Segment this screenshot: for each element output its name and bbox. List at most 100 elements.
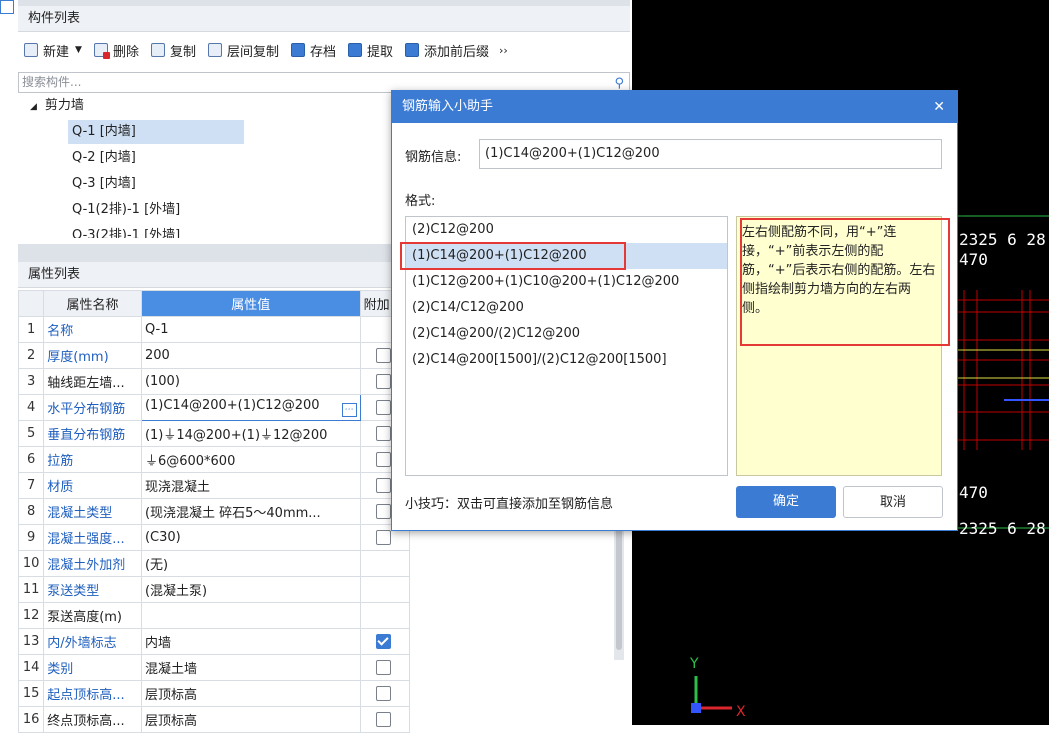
property-value[interactable]: ⏚6@600*600 xyxy=(140,446,361,473)
additional-checkbox[interactable] xyxy=(375,686,391,701)
additional-checkbox[interactable] xyxy=(375,530,391,545)
property-value[interactable]: (100) xyxy=(140,368,361,395)
component-toolbar: 新建 ▼ 删除 复制 层间复制 存档 提取 添加前后缀 ›› xyxy=(18,36,630,64)
axis-y-label: Y xyxy=(689,656,699,672)
property-value[interactable]: (1)C14@200+(1)C12@200 ⋯ xyxy=(140,394,361,421)
property-row[interactable]: 5 垂直分布钢筋 (1)⏚14@200+(1)⏚12@200 xyxy=(17,420,411,447)
property-row[interactable]: 16 终点顶标高... 层顶标高 xyxy=(17,706,411,733)
property-row[interactable]: 9 混凝土强度... (C30) xyxy=(17,524,411,551)
additional-checkbox[interactable] xyxy=(375,504,391,519)
add-prefix-suffix-button[interactable]: 添加前后缀 xyxy=(405,41,489,60)
additional-checkbox[interactable] xyxy=(375,426,391,441)
additional-cell[interactable] xyxy=(359,706,411,733)
property-row[interactable]: 10 混凝土外加剂 (无) xyxy=(17,550,411,577)
format-item[interactable]: (2)C14/C12@200 xyxy=(406,295,727,321)
prefix-suffix-icon xyxy=(405,43,420,57)
tree-item[interactable]: Q-3(2排)-1 [外墙] xyxy=(72,224,180,238)
copy-icon xyxy=(150,43,165,57)
ok-button[interactable]: 确定 xyxy=(736,486,836,518)
close-icon[interactable]: ✕ xyxy=(933,91,945,123)
property-row[interactable]: 14 类别 混凝土墙 xyxy=(17,654,411,681)
property-name: 内/外墙标志 xyxy=(43,628,142,655)
property-name: 混凝土类型 xyxy=(43,498,142,525)
row-number: 15 xyxy=(17,680,45,707)
more-icon[interactable]: ›› xyxy=(499,44,508,57)
format-item[interactable]: (2)C14@200[1500]/(2)C12@200[1500] xyxy=(406,347,727,373)
rebar-info-input[interactable]: (1)C14@200+(1)C12@200 xyxy=(479,139,942,169)
property-name: 混凝土外加剂 xyxy=(43,550,142,577)
additional-cell xyxy=(359,550,411,577)
delete-icon xyxy=(93,43,110,59)
row-number: 13 xyxy=(17,628,45,655)
property-value[interactable]: 混凝土墙 xyxy=(140,654,361,681)
format-item[interactable]: (1)C12@200+(1)C10@200+(1)C12@200 xyxy=(406,269,727,295)
property-row[interactable]: 12 泵送高度(m) xyxy=(17,602,411,629)
tree-item[interactable]: Q-1 [内墙] xyxy=(68,120,244,144)
property-row[interactable]: 3 轴线距左墙... (100) xyxy=(17,368,411,395)
additional-checkbox[interactable] xyxy=(375,374,391,389)
property-row[interactable]: 13 内/外墙标志 内墙 xyxy=(17,628,411,655)
format-item[interactable]: (2)C12@200 xyxy=(406,217,727,243)
row-number: 7 xyxy=(17,472,45,499)
additional-checkbox[interactable] xyxy=(375,634,391,649)
tip-text: 小技巧：双击可直接添加至钢筋信息 xyxy=(405,497,614,512)
tree-item[interactable]: Q-1(2排)-1 [外墙] xyxy=(72,198,180,222)
property-value[interactable]: (C30) xyxy=(140,524,361,551)
additional-checkbox[interactable] xyxy=(375,478,391,493)
format-item[interactable]: (2)C14@200/(2)C12@200 xyxy=(406,321,727,347)
ellipsis-button[interactable]: ⋯ xyxy=(341,403,357,417)
additional-cell[interactable] xyxy=(359,654,411,681)
property-name: 名称 xyxy=(43,316,142,343)
additional-checkbox[interactable] xyxy=(375,452,391,467)
property-value[interactable]: Q-1 xyxy=(140,316,361,343)
property-name: 类别 xyxy=(43,654,142,681)
additional-cell[interactable] xyxy=(359,628,411,655)
property-row[interactable]: 4 水平分布钢筋 (1)C14@200+(1)C12@200 ⋯ xyxy=(17,394,411,421)
property-value[interactable] xyxy=(140,602,361,629)
property-value[interactable]: 现浇混凝土 xyxy=(140,472,361,499)
row-number: 6 xyxy=(17,446,45,473)
cancel-button[interactable]: 取消 xyxy=(843,486,943,518)
tree-item[interactable]: Q-2 [内墙] xyxy=(72,146,136,170)
side-tab-icon[interactable] xyxy=(0,0,14,14)
extract-button[interactable]: 提取 xyxy=(348,41,393,60)
dropdown-arrow-icon[interactable]: ▼ xyxy=(75,45,82,55)
additional-cell xyxy=(359,602,411,629)
component-list-title: 构件列表 xyxy=(18,6,630,32)
dialog-title: 钢筋输入小助手 xyxy=(402,99,494,114)
additional-checkbox[interactable] xyxy=(375,348,391,363)
property-row[interactable]: 8 混凝土类型 (现浇混凝土 碎石5～40mm... xyxy=(17,498,411,525)
property-value[interactable]: 层顶标高 xyxy=(140,706,361,733)
property-value[interactable]: 200 xyxy=(140,342,361,369)
property-row[interactable]: 2 厚度(mm) 200 xyxy=(17,342,411,369)
tree-item[interactable]: Q-3 [内墙] xyxy=(72,172,136,196)
canvas-labels: 2325 6 28 470 2325 6 28 470 xyxy=(959,230,1046,538)
additional-checkbox[interactable] xyxy=(375,660,391,675)
archive-button[interactable]: 存档 xyxy=(290,41,336,60)
property-row[interactable]: 11 泵送类型 (混凝土泵) xyxy=(17,576,411,603)
rebar-input-dialog: 钢筋输入小助手 ✕ 钢筋信息: (1)C14@200+(1)C12@200 格式… xyxy=(391,90,958,531)
property-row[interactable]: 1 名称 Q-1 xyxy=(17,316,411,343)
property-row[interactable]: 15 起点顶标高... 层顶标高 xyxy=(17,680,411,707)
tree-group-shear-wall[interactable]: ◢ 剪力墙 xyxy=(30,94,84,118)
property-value[interactable]: (混凝土泵) xyxy=(140,576,361,603)
copy-button[interactable]: 复制 xyxy=(150,41,196,60)
property-name: 垂直分布钢筋 xyxy=(43,420,142,447)
collapse-icon[interactable]: ◢ xyxy=(30,102,37,112)
additional-checkbox[interactable] xyxy=(375,400,391,415)
additional-cell[interactable] xyxy=(359,680,411,707)
floor-copy-button[interactable]: 层间复制 xyxy=(207,41,279,60)
property-value[interactable]: (现浇混凝土 碎石5～40mm... xyxy=(140,498,361,525)
property-row[interactable]: 7 材质 现浇混凝土 xyxy=(17,472,411,499)
property-value[interactable]: 内墙 xyxy=(140,628,361,655)
dialog-titlebar: 钢筋输入小助手 ✕ xyxy=(392,91,957,123)
property-value[interactable]: (1)⏚14@200+(1)⏚12@200 xyxy=(140,420,361,447)
delete-button[interactable]: 删除 xyxy=(93,41,139,60)
format-item[interactable]: (1)C14@200+(1)C12@200 xyxy=(406,243,727,269)
new-button[interactable]: 新建 ▼ xyxy=(24,41,82,60)
property-value[interactable]: 层顶标高 xyxy=(140,680,361,707)
wall-lines xyxy=(958,290,1049,450)
property-row[interactable]: 6 拉筋 ⏚6@600*600 xyxy=(17,446,411,473)
property-name: 起点顶标高... xyxy=(43,680,142,707)
property-value[interactable]: (无) xyxy=(140,550,361,577)
